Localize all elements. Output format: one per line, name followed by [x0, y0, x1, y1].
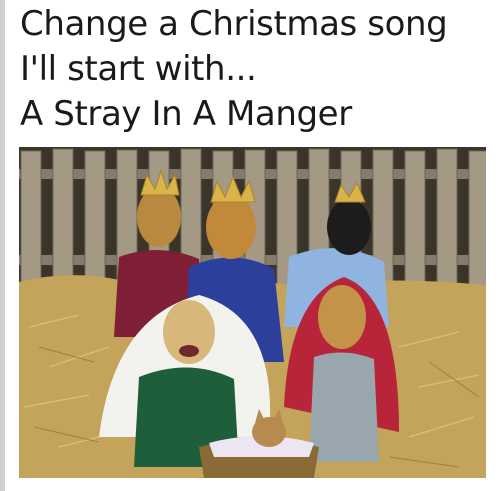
caption-line-2: I'll start with...	[20, 49, 257, 89]
caption-line-1: Change a Christmas song	[20, 4, 448, 44]
nativity-illustration	[19, 147, 486, 478]
meme-caption: Change a Christmas song I'll start with.…	[20, 2, 490, 137]
nativity-photo	[19, 147, 486, 478]
caption-line-3: A Stray In A Manger	[20, 94, 352, 134]
left-edge-strip	[0, 0, 5, 491]
